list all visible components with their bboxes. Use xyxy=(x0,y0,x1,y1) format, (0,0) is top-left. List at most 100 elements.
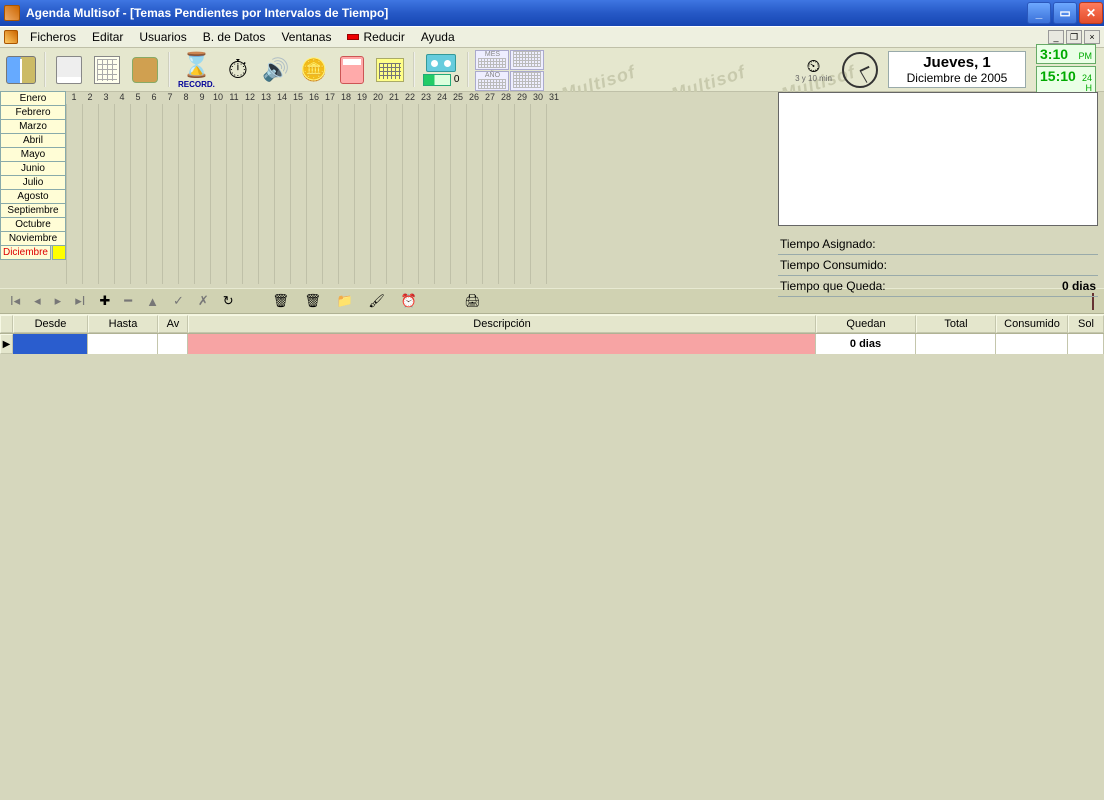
col-av[interactable]: Av xyxy=(158,315,188,333)
trash-b-button[interactable]: 🗑 xyxy=(304,292,322,310)
month-button[interactable]: Junio xyxy=(0,161,66,176)
day-column[interactable] xyxy=(194,104,210,284)
nav-prev-button[interactable]: ◂ xyxy=(34,293,41,309)
day-column[interactable] xyxy=(338,104,354,284)
month-button-active[interactable]: Diciembre xyxy=(0,245,51,260)
col-consumido[interactable]: Consumido xyxy=(996,315,1068,333)
day-column[interactable] xyxy=(322,104,338,284)
mini-ano-button[interactable]: AÑO xyxy=(475,71,509,91)
cancel-button[interactable]: ✗ xyxy=(198,293,209,309)
menu-ayuda[interactable]: Ayuda xyxy=(413,27,463,47)
col-descripcion[interactable]: Descripción xyxy=(188,315,816,333)
grid-button[interactable] xyxy=(89,52,125,88)
remove-button[interactable]: ━ xyxy=(124,293,132,309)
nav-first-button[interactable]: I◂ xyxy=(10,293,20,309)
folder-button[interactable]: 📁 xyxy=(336,292,354,310)
minimize-button[interactable]: _ xyxy=(1027,2,1051,24)
day-column[interactable] xyxy=(498,104,514,284)
add-button[interactable]: ✚ xyxy=(99,293,110,309)
menu-ventanas[interactable]: Ventanas xyxy=(273,27,339,47)
day-column[interactable] xyxy=(82,104,98,284)
day-column[interactable] xyxy=(98,104,114,284)
col-total[interactable]: Total xyxy=(916,315,996,333)
menu-reducir[interactable]: Reducir xyxy=(339,27,412,47)
mdi-restore-button[interactable]: ❐ xyxy=(1066,30,1082,44)
day-column[interactable] xyxy=(386,104,402,284)
day-column[interactable] xyxy=(162,104,178,284)
cell-descripcion[interactable] xyxy=(188,334,816,354)
col-sol[interactable]: Sol xyxy=(1068,315,1104,333)
confirm-button[interactable]: ✓ xyxy=(173,293,184,309)
day-column[interactable] xyxy=(418,104,434,284)
day-column[interactable] xyxy=(258,104,274,284)
mdi-close-button[interactable]: × xyxy=(1084,30,1100,44)
day-column[interactable] xyxy=(450,104,466,284)
day-column[interactable] xyxy=(210,104,226,284)
cell-av[interactable] xyxy=(158,334,188,354)
day-column[interactable] xyxy=(226,104,242,284)
day-column[interactable] xyxy=(482,104,498,284)
day-column[interactable] xyxy=(274,104,290,284)
table-row[interactable]: ▶ 0 dias xyxy=(0,334,1104,354)
menu-editar[interactable]: Editar xyxy=(84,27,131,47)
menu-bdatos[interactable]: B. de Datos xyxy=(195,27,274,47)
agenda-button[interactable] xyxy=(3,52,39,88)
notes-button[interactable] xyxy=(51,52,87,88)
calendar-button[interactable] xyxy=(372,52,408,88)
day-column[interactable] xyxy=(466,104,482,284)
clock-button[interactable]: ⏱ xyxy=(220,52,256,88)
up-button[interactable]: ▲ xyxy=(146,294,159,309)
col-quedan[interactable]: Quedan xyxy=(816,315,916,333)
day-column[interactable] xyxy=(290,104,306,284)
mdi-minimize-button[interactable]: _ xyxy=(1048,30,1064,44)
month-button[interactable]: Febrero xyxy=(0,105,66,120)
month-button[interactable]: Octubre xyxy=(0,217,66,232)
cell-desde[interactable] xyxy=(13,334,88,354)
month-button[interactable]: Abril xyxy=(0,133,66,148)
mini-quarter-button[interactable] xyxy=(510,50,544,70)
trash-a-button[interactable]: 🗑 xyxy=(272,292,290,310)
day-column[interactable] xyxy=(514,104,530,284)
month-button[interactable]: Enero xyxy=(0,91,66,106)
day-column[interactable] xyxy=(370,104,386,284)
alarm-button[interactable]: ⏰ xyxy=(400,292,418,310)
day-column[interactable] xyxy=(434,104,450,284)
record-button[interactable]: ⌛ RECORD. xyxy=(175,50,218,90)
day-column[interactable] xyxy=(306,104,322,284)
day-column[interactable] xyxy=(114,104,130,284)
cell-hasta[interactable] xyxy=(88,334,158,354)
money-button[interactable]: 🪙 xyxy=(296,52,332,88)
refresh-button[interactable]: ↻ xyxy=(223,293,234,309)
day-column[interactable] xyxy=(178,104,194,284)
archive-button[interactable] xyxy=(127,52,163,88)
day-column[interactable] xyxy=(242,104,258,284)
calc-button[interactable] xyxy=(334,52,370,88)
print-button[interactable]: 🖨 xyxy=(464,292,482,310)
tape-progress-button[interactable]: 0 xyxy=(420,50,463,90)
current-day-marker[interactable] xyxy=(52,245,66,260)
col-desde[interactable]: Desde xyxy=(13,315,88,333)
day-column[interactable] xyxy=(66,104,82,284)
day-column[interactable] xyxy=(530,104,546,284)
day-column[interactable] xyxy=(146,104,162,284)
sound-button[interactable]: 🔊 xyxy=(258,52,294,88)
maximize-button[interactable]: ▭ xyxy=(1053,2,1077,24)
day-column[interactable] xyxy=(354,104,370,284)
mini-mes-button[interactable]: MES xyxy=(475,50,509,70)
mini-multi-button[interactable] xyxy=(510,71,544,91)
month-button[interactable]: Marzo xyxy=(0,119,66,134)
col-hasta[interactable]: Hasta xyxy=(88,315,158,333)
day-grid[interactable] xyxy=(66,104,562,284)
month-button[interactable]: Mayo xyxy=(0,147,66,162)
month-button[interactable]: Agosto xyxy=(0,189,66,204)
day-column[interactable] xyxy=(130,104,146,284)
month-button[interactable]: Noviembre xyxy=(0,231,66,246)
day-column[interactable] xyxy=(402,104,418,284)
nav-next-button[interactable]: ▸ xyxy=(55,293,62,309)
menu-ficheros[interactable]: Ficheros xyxy=(22,27,84,47)
menu-usuarios[interactable]: Usuarios xyxy=(131,27,194,47)
month-button[interactable]: Julio xyxy=(0,175,66,190)
brush-button[interactable]: 🖌 xyxy=(368,292,386,310)
day-column[interactable] xyxy=(546,104,562,284)
close-button[interactable]: ✕ xyxy=(1079,2,1103,24)
